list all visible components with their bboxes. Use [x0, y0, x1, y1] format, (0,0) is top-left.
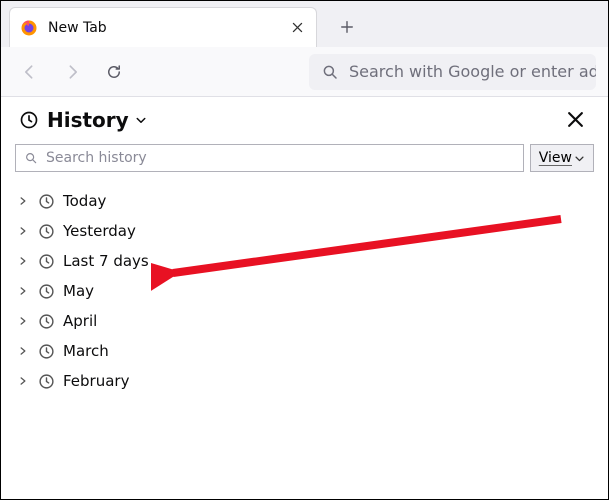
tree-item-april[interactable]: April	[11, 306, 598, 336]
panel-title[interactable]: History	[47, 108, 147, 132]
new-tab-button[interactable]	[331, 11, 363, 43]
history-icon	[19, 110, 39, 130]
tree-item-february[interactable]: February	[11, 366, 598, 396]
browser-tab[interactable]: New Tab	[9, 7, 317, 47]
history-tree: Today Yesterday Last 7 days May April Ma…	[1, 178, 608, 404]
tab-strip: New Tab	[1, 1, 608, 47]
navigation-toolbar: Search with Google or enter ad	[1, 47, 608, 97]
tree-item-label: May	[63, 282, 94, 300]
tree-item-label: April	[63, 312, 97, 330]
firefox-icon	[20, 19, 38, 37]
clock-icon	[37, 312, 55, 330]
tree-item-march[interactable]: March	[11, 336, 598, 366]
tab-title: New Tab	[48, 20, 278, 36]
close-icon[interactable]	[288, 19, 306, 37]
tree-item-label: Yesterday	[63, 222, 136, 240]
url-placeholder: Search with Google or enter ad	[349, 62, 596, 81]
view-button[interactable]: View	[530, 144, 594, 172]
panel-header: History	[1, 97, 608, 142]
chevron-right-icon	[17, 316, 29, 326]
tree-item-label: Last 7 days	[63, 252, 149, 270]
tree-item-today[interactable]: Today	[11, 186, 598, 216]
tree-item-label: February	[63, 372, 129, 390]
search-icon	[24, 151, 38, 165]
search-row: Search history View	[1, 142, 608, 178]
tree-item-last7days[interactable]: Last 7 days	[11, 246, 598, 276]
tree-item-label: Today	[63, 192, 106, 210]
chevron-down-icon	[574, 153, 585, 164]
clock-icon	[37, 372, 55, 390]
clock-icon	[37, 252, 55, 270]
chevron-right-icon	[17, 376, 29, 386]
tree-item-may[interactable]: May	[11, 276, 598, 306]
chevron-right-icon	[17, 286, 29, 296]
reload-button[interactable]	[97, 55, 131, 89]
clock-icon	[37, 342, 55, 360]
clock-icon	[37, 282, 55, 300]
back-button[interactable]	[13, 55, 47, 89]
chevron-right-icon	[17, 346, 29, 356]
search-placeholder: Search history	[46, 150, 147, 166]
tree-item-label: March	[63, 342, 109, 360]
search-history-input[interactable]: Search history	[15, 144, 524, 172]
clock-icon	[37, 192, 55, 210]
history-panel: History Search history View Today Yester…	[1, 97, 608, 404]
tree-item-yesterday[interactable]: Yesterday	[11, 216, 598, 246]
chevron-right-icon	[17, 196, 29, 206]
panel-close-button[interactable]	[561, 107, 590, 132]
panel-title-text: History	[47, 108, 129, 132]
forward-button[interactable]	[55, 55, 89, 89]
view-button-label: View	[539, 150, 572, 166]
chevron-down-icon	[135, 114, 147, 126]
search-icon	[321, 63, 339, 81]
chevron-right-icon	[17, 226, 29, 236]
clock-icon	[37, 222, 55, 240]
chevron-right-icon	[17, 256, 29, 266]
url-bar[interactable]: Search with Google or enter ad	[309, 54, 596, 90]
